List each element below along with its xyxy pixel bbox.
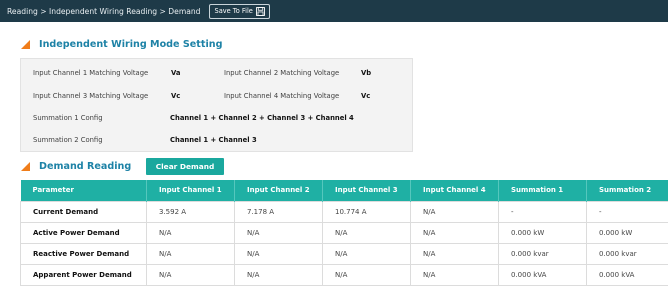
table-cell: N/A: [411, 222, 499, 243]
summation2-config-label: Summation 2 Config: [33, 136, 103, 144]
table-row: Current Demand 3.592 A 7.178 A 10.774 A …: [21, 201, 668, 222]
wiring-settings-panel: Input Channel 1 Matching Voltage Va Inpu…: [20, 58, 413, 152]
column-header-parameter: Parameter: [21, 180, 147, 201]
table-row: Reactive Power Demand N/A N/A N/A N/A 0.…: [21, 243, 668, 264]
table-cell: N/A: [323, 264, 411, 285]
table-cell: 10.774 A: [323, 201, 411, 222]
table-cell: N/A: [411, 243, 499, 264]
ch3-voltage-value: Vc: [171, 92, 180, 100]
ch4-voltage-label: Input Channel 4 Matching Voltage: [224, 92, 339, 100]
ch2-voltage-value: Vb: [361, 69, 371, 77]
column-header-input-channel-2: Input Channel 2: [235, 180, 323, 201]
table-cell: 7.178 A: [235, 201, 323, 222]
table-cell: N/A: [235, 222, 323, 243]
triangle-marker-icon: [21, 40, 30, 49]
ch1-voltage-value: Va: [171, 69, 180, 77]
table-cell: N/A: [147, 264, 235, 285]
demand-section-heading: Demand Reading: [21, 161, 131, 172]
ch1-voltage-label: Input Channel 1 Matching Voltage: [33, 69, 148, 77]
table-cell: N/A: [235, 264, 323, 285]
column-header-input-channel-3: Input Channel 3: [323, 180, 411, 201]
table-cell: 0.000 kvar: [587, 243, 668, 264]
top-bar: Reading > Independent Wiring Reading > D…: [0, 0, 668, 22]
table-cell: 3.592 A: [147, 201, 235, 222]
table-row: Apparent Power Demand N/A N/A N/A N/A 0.…: [21, 264, 668, 285]
ch3-voltage-label: Input Channel 3 Matching Voltage: [33, 92, 148, 100]
wiring-section-heading: Independent Wiring Mode Setting: [21, 39, 222, 50]
summation1-config-label: Summation 1 Config: [33, 114, 103, 122]
column-header-input-channel-4: Input Channel 4: [411, 180, 499, 201]
table-cell: -: [587, 201, 668, 222]
table-cell: 0.000 kW: [587, 222, 668, 243]
ch4-voltage-value: Vc: [361, 92, 370, 100]
table-cell: N/A: [411, 264, 499, 285]
table-cell: Reactive Power Demand: [21, 243, 147, 264]
table-cell: N/A: [147, 243, 235, 264]
clear-demand-button[interactable]: Clear Demand: [146, 158, 224, 175]
save-to-file-label: Save To File: [215, 7, 253, 15]
summation2-config-value: Channel 1 + Channel 3: [170, 136, 257, 144]
column-header-input-channel-1: Input Channel 1: [147, 180, 235, 201]
demand-table-header-row: Parameter Input Channel 1 Input Channel …: [21, 180, 668, 201]
wiring-section-title: Independent Wiring Mode Setting: [39, 39, 222, 50]
table-cell: 0.000 kVA: [587, 264, 668, 285]
column-header-summation-2: Summation 2: [587, 180, 668, 201]
demand-section-title: Demand Reading: [39, 161, 131, 172]
table-cell: 0.000 kvar: [499, 243, 587, 264]
demand-table: Parameter Input Channel 1 Input Channel …: [20, 180, 668, 286]
table-cell: Active Power Demand: [21, 222, 147, 243]
summation1-config-value: Channel 1 + Channel 2 + Channel 3 + Chan…: [170, 114, 354, 122]
table-cell: 0.000 kW: [499, 222, 587, 243]
floppy-disk-icon: [256, 7, 265, 16]
table-cell: -: [499, 201, 587, 222]
table-cell: N/A: [323, 222, 411, 243]
table-cell: N/A: [323, 243, 411, 264]
table-cell: N/A: [235, 243, 323, 264]
breadcrumb: Reading > Independent Wiring Reading > D…: [7, 7, 201, 16]
save-to-file-button[interactable]: Save To File: [209, 4, 270, 19]
triangle-marker-icon: [21, 162, 30, 171]
column-header-summation-1: Summation 1: [499, 180, 587, 201]
table-cell: Apparent Power Demand: [21, 264, 147, 285]
ch2-voltage-label: Input Channel 2 Matching Voltage: [224, 69, 339, 77]
table-cell: 0.000 kVA: [499, 264, 587, 285]
table-cell: N/A: [411, 201, 499, 222]
table-cell: Current Demand: [21, 201, 147, 222]
table-cell: N/A: [147, 222, 235, 243]
table-row: Active Power Demand N/A N/A N/A N/A 0.00…: [21, 222, 668, 243]
